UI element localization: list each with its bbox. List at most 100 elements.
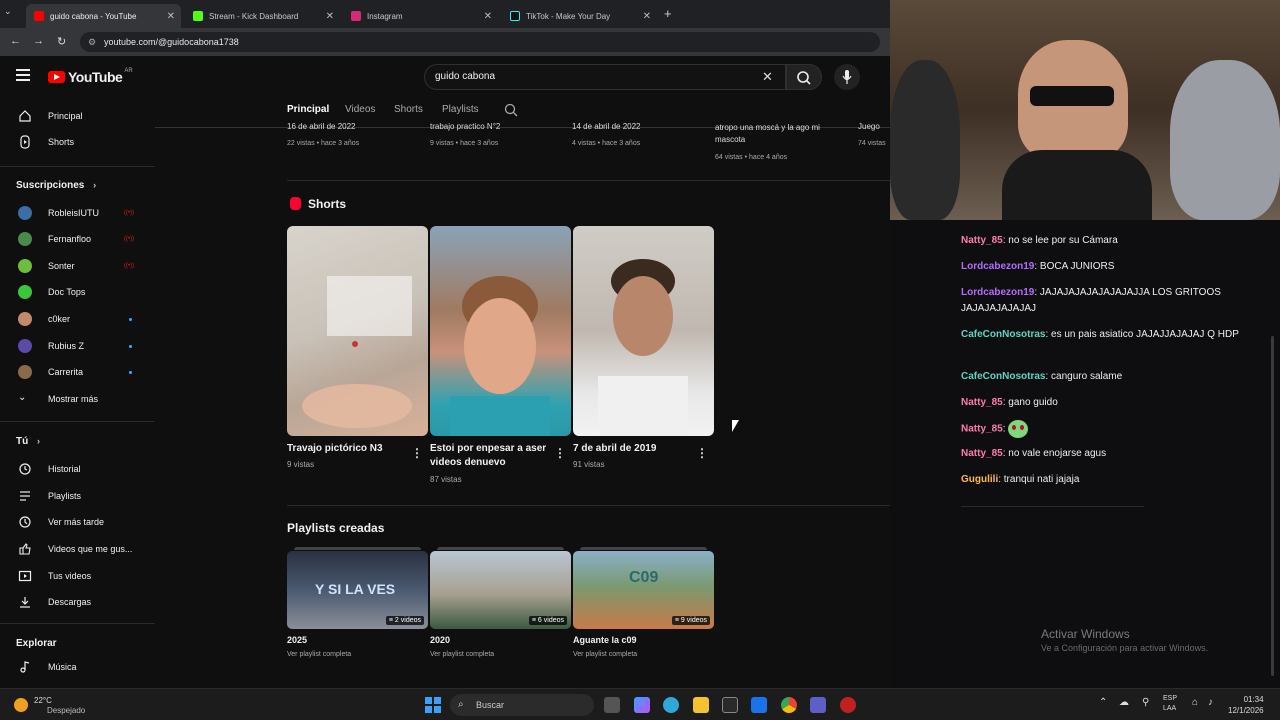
sidebar-item-music[interactable]: Música — [0, 654, 155, 680]
sidebar-item-doc-tops[interactable]: Doc Tops — [0, 279, 155, 305]
playlist-link[interactable]: Ver playlist completa — [430, 651, 494, 658]
video-title[interactable]: trabajo practico N°2 — [430, 122, 560, 131]
chrome-icon[interactable] — [781, 697, 797, 713]
playlist-link[interactable]: Ver playlist completa — [287, 651, 351, 658]
network-icon[interactable]: ⌂ — [1192, 697, 1198, 708]
short-title[interactable]: 7 de abril de 2019 — [573, 442, 693, 456]
short-title[interactable]: Travajo pictórico N3 — [287, 442, 407, 456]
tab-principal[interactable]: Principal — [287, 104, 329, 115]
tab-kick[interactable]: Stream - Kick Dashboard ✕ — [185, 4, 340, 28]
cloud-icon[interactable]: ☁ — [1119, 697, 1129, 708]
chat-text: BOCA JUNIORS — [1037, 261, 1115, 272]
chat-username: Lordcabezon19 — [961, 287, 1035, 298]
video-title[interactable]: atropo una moscá y la ago mi mascota — [715, 122, 845, 146]
new-tab-button[interactable]: + — [664, 6, 672, 21]
file-explorer-icon[interactable] — [693, 697, 709, 713]
sidebar-item-your-videos[interactable]: Tus videos — [0, 563, 155, 589]
reload-icon[interactable]: ↻ — [57, 35, 66, 48]
playlist-thumbnail[interactable]: ≡ 6 videos — [430, 551, 571, 629]
playlist-name[interactable]: 2020 — [430, 635, 450, 645]
taskbar-search-input[interactable]: ⌕ Buscar — [450, 694, 594, 716]
chat-text: tranqui nati jajaja — [1001, 474, 1080, 485]
sidebar-item-playlists[interactable]: Playlists — [0, 483, 155, 509]
tab-tiktok[interactable]: TikTok - Make Your Day ✕ — [502, 4, 657, 28]
video-title[interactable]: 16 de abril de 2022 — [287, 122, 417, 131]
hamburger-menu-icon[interactable] — [16, 69, 30, 81]
sidebar-item-liked-videos[interactable]: Videos que me gus... — [0, 536, 155, 562]
chat-scrollbar[interactable] — [1271, 336, 1274, 676]
tab-shorts[interactable]: Shorts — [394, 104, 423, 115]
windows-start-icon[interactable] — [425, 697, 441, 713]
tab-youtube[interactable]: guido cabona - YouTube ✕ — [26, 4, 181, 28]
playlist-thumbnail[interactable]: Y SI LA VES ≡ 2 videos — [287, 551, 428, 629]
clear-search-icon[interactable]: ✕ — [762, 69, 773, 85]
video-title[interactable]: Juego — [858, 122, 890, 131]
language-indicator[interactable]: ESP LAA — [1163, 694, 1177, 714]
tab-close-icon[interactable]: ✕ — [643, 11, 651, 22]
weather-widget[interactable]: 22°C Despejado — [14, 694, 85, 716]
sidebar-item-c0ker[interactable]: c0ker — [0, 306, 155, 332]
tab-close-icon[interactable]: ✕ — [167, 11, 175, 22]
sidebar-item-watch-later[interactable]: Ver más tarde — [0, 509, 155, 535]
short-thumbnail[interactable] — [287, 226, 428, 436]
system-clock[interactable]: 01:34 12/1/2026 — [1228, 694, 1264, 716]
sidebar-item-fernanfloo[interactable]: Fernanfloo ((•)) — [0, 226, 155, 252]
tab-close-icon[interactable]: ✕ — [484, 11, 492, 22]
microphone-icon — [842, 70, 852, 84]
sidebar-item-label: Playlists — [48, 491, 82, 501]
video-title[interactable]: 14 de abril de 2022 — [572, 122, 702, 131]
task-view-icon[interactable] — [604, 697, 620, 713]
chat-message: Gugulili: tranqui nati jajaja — [961, 474, 1080, 485]
channel-search-icon[interactable] — [504, 103, 518, 117]
tray-chevron-icon[interactable]: ⌃ — [1099, 697, 1107, 708]
tab-videos[interactable]: Videos — [345, 104, 375, 115]
sidebar-item-sonter[interactable]: Sonter ((•)) — [0, 253, 155, 279]
tab-instagram[interactable]: Instagram ✕ — [343, 4, 498, 28]
tab-close-icon[interactable]: ✕ — [326, 11, 334, 22]
sidebar-item-principal[interactable]: Principal — [0, 103, 155, 129]
chat-message: Natty_85: gano guido — [961, 397, 1058, 408]
playlist-link[interactable]: Ver playlist completa — [573, 651, 637, 658]
playlist-count-badge: ≡ 6 videos — [528, 616, 567, 625]
search-input[interactable]: guido cabona — [424, 64, 786, 90]
you-header[interactable]: Tú › — [16, 436, 40, 447]
short-thumbnail[interactable] — [573, 226, 714, 436]
youtube-logo[interactable]: YouTube AR — [48, 68, 133, 85]
address-bar[interactable]: ⚙ youtube.com/@guidocabona1738 — [80, 32, 880, 52]
show-more-button[interactable]: ⌄ Mostrar más — [0, 386, 155, 412]
window-menu-icon[interactable]: ⌄ — [4, 6, 12, 17]
copilot-icon[interactable] — [634, 697, 650, 713]
edge-icon[interactable] — [663, 697, 679, 713]
store-icon[interactable] — [722, 697, 738, 713]
playlist-name[interactable]: Aguante la c09 — [573, 635, 637, 645]
sidebar-item-carrerita[interactable]: Carrerita — [0, 359, 155, 385]
sidebar-item-historial[interactable]: Historial — [0, 456, 155, 482]
app-icon[interactable] — [840, 697, 856, 713]
more-options-icon[interactable]: ⋮ — [411, 446, 423, 460]
forward-arrow-icon[interactable]: → — [33, 35, 44, 47]
playlist-name[interactable]: 2025 — [287, 635, 307, 645]
sidebar-item-downloads[interactable]: Descargas — [0, 589, 155, 615]
short-thumbnail[interactable] — [430, 226, 571, 436]
chevron-right-icon: › — [37, 436, 40, 446]
short-thumbnail-art — [302, 276, 412, 428]
volume-icon[interactable]: ♪ — [1208, 697, 1213, 708]
search-button[interactable] — [786, 64, 822, 90]
sidebar-item-rubius-z[interactable]: Rubius Z — [0, 333, 155, 359]
sidebar-item-robleisiutu[interactable]: RobleisIUTU ((•)) — [0, 200, 155, 226]
sidebar-item-shorts[interactable]: Shorts — [0, 129, 155, 155]
subscriptions-header[interactable]: Suscripciones › — [16, 180, 96, 191]
outlook-icon[interactable] — [751, 697, 767, 713]
playlist-thumbnail[interactable]: C09 ≡ 9 videos — [573, 551, 714, 629]
more-options-icon[interactable]: ⋮ — [554, 446, 566, 460]
site-info-icon[interactable]: ⚙ — [88, 32, 96, 52]
voice-search-button[interactable] — [834, 64, 860, 90]
usb-icon[interactable]: ⚲ — [1142, 697, 1149, 708]
teams-icon[interactable] — [810, 697, 826, 713]
back-arrow-icon[interactable]: ← — [10, 35, 21, 47]
search-icon — [797, 71, 811, 85]
webcam-person — [890, 60, 960, 220]
tab-playlists[interactable]: Playlists — [442, 104, 479, 115]
more-options-icon[interactable]: ⋮ — [696, 446, 708, 460]
short-title[interactable]: Estoi por enpesar a aser videos denuevo — [430, 442, 550, 470]
